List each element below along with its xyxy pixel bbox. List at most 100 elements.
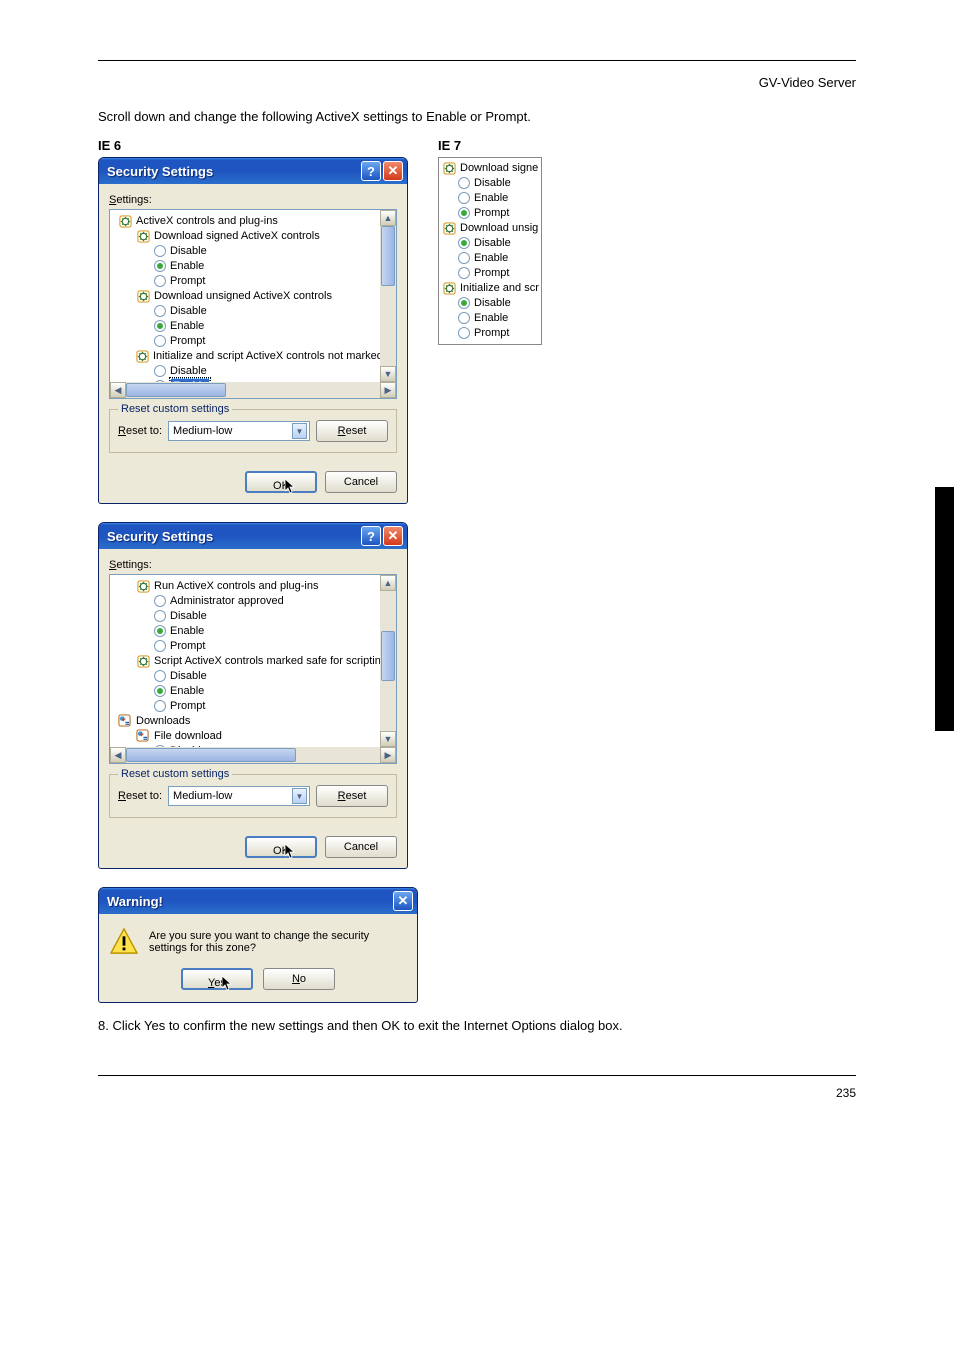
tree-node: Download unsigned ActiveX controls: [114, 289, 394, 303]
radio-option[interactable]: Disable: [114, 609, 394, 623]
tree-label: Prompt: [474, 266, 509, 280]
ok-button[interactable]: OK: [245, 471, 317, 493]
tree-label: File download: [154, 729, 222, 743]
horizontal-scrollbar[interactable]: ◀ ▶: [110, 747, 396, 763]
gear-icon: [442, 221, 456, 235]
scroll-right-icon[interactable]: ▶: [380, 382, 396, 398]
download-icon: [118, 714, 132, 728]
radio-icon[interactable]: [154, 365, 166, 377]
radio-icon[interactable]: [154, 335, 166, 347]
radio-option[interactable]: Prompt: [442, 266, 540, 280]
reset-to-combo[interactable]: Medium-low ▼: [168, 421, 310, 441]
scroll-left-icon[interactable]: ◀: [110, 747, 126, 763]
tree-label: Download signed ActiveX controls: [154, 229, 320, 243]
radio-option[interactable]: Enable: [114, 319, 394, 333]
radio-option[interactable]: Disable: [442, 236, 540, 250]
scroll-left-icon[interactable]: ◀: [110, 382, 126, 398]
gear-icon: [136, 229, 150, 243]
radio-icon[interactable]: [458, 327, 470, 339]
radio-icon[interactable]: [154, 320, 166, 332]
radio-option[interactable]: Disable: [442, 296, 540, 310]
reset-button[interactable]: Reset: [316, 420, 388, 442]
radio-icon[interactable]: [458, 192, 470, 204]
tree-label: Prompt: [474, 326, 509, 340]
radio-option[interactable]: Enable: [442, 251, 540, 265]
combo-dropdown-icon[interactable]: ▼: [292, 423, 307, 439]
radio-option[interactable]: Prompt: [114, 334, 394, 348]
scroll-right-icon[interactable]: ▶: [380, 747, 396, 763]
settings-tree[interactable]: ActiveX controls and plug-insDownload si…: [109, 209, 397, 399]
radio-icon[interactable]: [154, 245, 166, 257]
yes-button[interactable]: Yes: [181, 968, 253, 990]
close-button[interactable]: ✕: [383, 161, 403, 181]
radio-option[interactable]: Enable: [114, 624, 394, 638]
ok-button[interactable]: OK: [245, 836, 317, 858]
radio-option[interactable]: Disable: [114, 669, 394, 683]
cancel-button[interactable]: Cancel: [325, 471, 397, 493]
tree-label: Downloads: [136, 714, 190, 728]
radio-icon[interactable]: [154, 305, 166, 317]
radio-icon[interactable]: [154, 700, 166, 712]
tree-node: Run ActiveX controls and plug-ins: [114, 579, 394, 593]
bottom-rule: [98, 1075, 856, 1076]
radio-option[interactable]: Prompt: [442, 206, 540, 220]
cancel-button[interactable]: Cancel: [325, 836, 397, 858]
radio-option[interactable]: Disable: [442, 176, 540, 190]
radio-icon[interactable]: [458, 267, 470, 279]
radio-icon[interactable]: [458, 312, 470, 324]
radio-option[interactable]: Enable: [114, 259, 394, 273]
radio-option[interactable]: Administrator approved: [114, 594, 394, 608]
combo-dropdown-icon[interactable]: ▼: [292, 788, 307, 804]
scroll-down-icon[interactable]: ▼: [380, 731, 396, 747]
radio-option[interactable]: Prompt: [114, 639, 394, 653]
tree-node: File download: [114, 729, 394, 743]
help-button[interactable]: ?: [361, 161, 381, 181]
titlebar: Warning! ✕: [99, 888, 417, 914]
radio-icon[interactable]: [154, 595, 166, 607]
radio-icon[interactable]: [154, 640, 166, 652]
radio-option[interactable]: Disable: [114, 244, 394, 258]
horizontal-scrollbar[interactable]: ◀ ▶: [110, 382, 396, 398]
scroll-up-icon[interactable]: ▲: [380, 575, 396, 591]
settings-tree[interactable]: Run ActiveX controls and plug-insAdminis…: [109, 574, 397, 764]
radio-option[interactable]: Prompt: [114, 699, 394, 713]
tree-node: Script ActiveX controls marked safe for …: [114, 654, 394, 668]
radio-option[interactable]: Enable: [442, 311, 540, 325]
no-button[interactable]: No: [263, 968, 335, 990]
radio-icon[interactable]: [458, 252, 470, 264]
radio-option[interactable]: Enable: [114, 684, 394, 698]
ie6-label: IE 6: [98, 138, 408, 153]
radio-icon[interactable]: [458, 297, 470, 309]
combo-value: Medium-low: [173, 790, 232, 802]
radio-icon[interactable]: [458, 177, 470, 189]
radio-icon[interactable]: [458, 207, 470, 219]
scroll-up-icon[interactable]: ▲: [380, 210, 396, 226]
radio-icon[interactable]: [154, 610, 166, 622]
settings-label: Settings:: [109, 194, 397, 206]
radio-icon[interactable]: [154, 685, 166, 697]
tree-label: Prompt: [474, 206, 509, 220]
tree-label: Disable: [474, 176, 511, 190]
reset-button[interactable]: Reset: [316, 785, 388, 807]
vertical-scrollbar[interactable]: ▲ ▼: [380, 575, 396, 747]
radio-icon[interactable]: [154, 670, 166, 682]
scroll-down-icon[interactable]: ▼: [380, 366, 396, 382]
close-button[interactable]: ✕: [383, 526, 403, 546]
tree-label: Prompt: [170, 639, 205, 653]
radio-icon[interactable]: [154, 260, 166, 272]
ie7-label: IE 7: [438, 138, 542, 153]
reset-to-combo[interactable]: Medium-low ▼: [168, 786, 310, 806]
radio-icon[interactable]: [458, 237, 470, 249]
titlebar: Security Settings ? ✕: [99, 158, 407, 184]
vertical-scrollbar[interactable]: ▲ ▼: [380, 210, 396, 382]
radio-icon[interactable]: [154, 625, 166, 637]
gear-icon: [136, 289, 150, 303]
radio-option[interactable]: Enable: [442, 191, 540, 205]
radio-option[interactable]: Disable: [114, 364, 394, 378]
radio-option[interactable]: Prompt: [114, 274, 394, 288]
radio-icon[interactable]: [154, 275, 166, 287]
radio-option[interactable]: Disable: [114, 304, 394, 318]
radio-option[interactable]: Prompt: [442, 326, 540, 340]
close-button[interactable]: ✕: [393, 891, 413, 911]
help-button[interactable]: ?: [361, 526, 381, 546]
